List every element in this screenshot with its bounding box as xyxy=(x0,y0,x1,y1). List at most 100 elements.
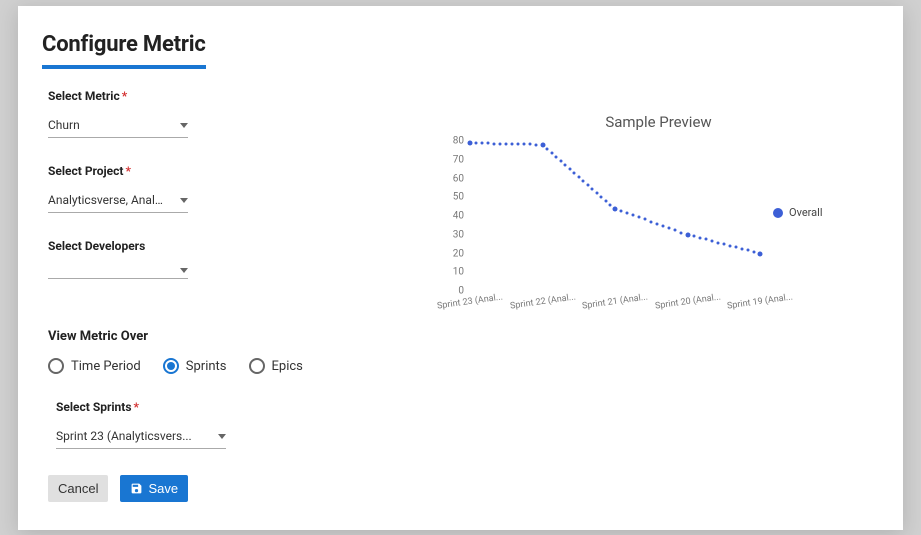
metric-select[interactable]: Churn xyxy=(48,115,188,138)
developers-label: Select Developers xyxy=(48,239,338,253)
chart-dot xyxy=(626,211,629,214)
project-select[interactable]: Analyticsverse, Analytic... xyxy=(48,190,188,213)
chart-xaxis: Sprint 23 (Anal...Sprint 22 (Anal...Spri… xyxy=(470,293,760,323)
metric-label-text: Select Metric xyxy=(48,89,120,103)
xtick: Sprint 23 (Anal... xyxy=(436,292,503,311)
chart-dot xyxy=(752,250,755,253)
chart-dot xyxy=(740,247,743,250)
chart-dot xyxy=(722,243,725,246)
chart-legend: Overall xyxy=(773,206,823,219)
radio-label: Epics xyxy=(272,359,303,374)
project-label-text: Select Project xyxy=(48,164,123,178)
field-project: Select Project* Analyticsverse, Analytic… xyxy=(48,164,338,213)
radio-time-period[interactable]: Time Period xyxy=(48,358,141,374)
chart-dot xyxy=(758,251,763,256)
chart-dot xyxy=(704,238,707,241)
chart-yaxis: 01020304050607080 xyxy=(438,141,468,291)
chart-dot xyxy=(632,214,635,217)
chart-dot xyxy=(710,240,713,243)
chevron-down-icon xyxy=(180,268,188,273)
xtick: Sprint 22 (Anal... xyxy=(509,292,576,311)
chart-dot xyxy=(680,231,683,234)
chart-dot xyxy=(535,143,538,146)
chart-dot xyxy=(638,216,641,219)
required-indicator: * xyxy=(125,164,130,178)
save-button[interactable]: Save xyxy=(120,475,188,502)
chart-dot xyxy=(728,244,731,247)
project-value: Analyticsverse, Analytic... xyxy=(48,193,163,207)
sprints-label-text: Select Sprints xyxy=(56,400,131,414)
chart-dot xyxy=(586,183,589,186)
chart-dot xyxy=(609,203,612,206)
chart-dot xyxy=(604,199,607,202)
chart-dot xyxy=(573,171,576,174)
ytick: 40 xyxy=(453,211,464,222)
sprints-select[interactable]: Sprint 23 (Analyticsvers... xyxy=(56,426,226,449)
radio-icon xyxy=(163,358,179,374)
view-over-radio-group: Time Period Sprints Epics xyxy=(48,358,338,374)
chart-dot xyxy=(564,163,567,166)
chart-dot xyxy=(613,206,618,211)
chart-dot xyxy=(650,220,653,223)
chart-dot xyxy=(550,151,553,154)
chart-dot xyxy=(577,175,580,178)
xtick: Sprint 20 (Anal... xyxy=(654,292,721,311)
ytick: 10 xyxy=(453,267,464,278)
chart-dot xyxy=(546,147,549,150)
field-sprints: Select Sprints* Sprint 23 (Analyticsvers… xyxy=(56,400,338,449)
ytick: 20 xyxy=(453,248,464,259)
ytick: 50 xyxy=(453,192,464,203)
chart-dot xyxy=(746,249,749,252)
chart-dot xyxy=(620,209,623,212)
chart-dot xyxy=(487,142,490,145)
cancel-button[interactable]: Cancel xyxy=(48,475,108,502)
field-developers: Select Developers xyxy=(48,239,338,279)
chart-dot xyxy=(468,140,473,145)
radio-epics[interactable]: Epics xyxy=(249,358,303,374)
chart-dot xyxy=(499,142,502,145)
chart-dot xyxy=(644,218,647,221)
chart-plot xyxy=(470,141,760,291)
chart-dot xyxy=(600,195,603,198)
chart-dot xyxy=(591,187,594,190)
chart-dot xyxy=(481,142,484,145)
radio-label: Sprints xyxy=(186,359,227,374)
developers-select[interactable] xyxy=(48,265,188,279)
chart-dot xyxy=(662,225,665,228)
field-metric: Select Metric* Churn xyxy=(48,89,338,138)
sprints-label: Select Sprints* xyxy=(56,400,338,414)
project-label: Select Project* xyxy=(48,164,338,178)
dialog-header: Configure Metric xyxy=(18,6,903,69)
legend-dot-icon xyxy=(773,208,783,218)
radio-icon xyxy=(48,358,64,374)
ytick: 0 xyxy=(458,286,464,297)
chart-dot xyxy=(517,143,520,146)
required-indicator: * xyxy=(122,89,127,103)
chart-dot xyxy=(493,142,496,145)
preview-title: Sample Preview xyxy=(438,113,879,131)
required-indicator: * xyxy=(133,400,138,414)
chart-dot xyxy=(734,246,737,249)
ytick: 80 xyxy=(453,136,464,147)
chart-dot xyxy=(559,159,562,162)
chevron-down-icon xyxy=(218,434,226,439)
preview-column: Sample Preview 01020304050607080 Sprint … xyxy=(338,89,879,502)
developers-label-text: Select Developers xyxy=(48,239,145,253)
chart-dot xyxy=(523,143,526,146)
chart-dot xyxy=(685,232,690,237)
radio-sprints[interactable]: Sprints xyxy=(163,358,227,374)
chart-dot xyxy=(716,241,719,244)
ytick: 70 xyxy=(453,154,464,165)
view-over-heading: View Metric Over xyxy=(48,329,338,344)
chevron-down-icon xyxy=(180,198,188,203)
chart-dot xyxy=(668,227,671,230)
chart-dot xyxy=(674,229,677,232)
chart-dot xyxy=(505,142,508,145)
chart-dot xyxy=(582,179,585,182)
chart-dot xyxy=(656,222,659,225)
radio-icon xyxy=(249,358,265,374)
save-button-label: Save xyxy=(148,481,178,496)
chevron-down-icon xyxy=(180,123,188,128)
chart-dot xyxy=(568,167,571,170)
preview-chart: 01020304050607080 Sprint 23 (Anal...Spri… xyxy=(438,141,848,321)
